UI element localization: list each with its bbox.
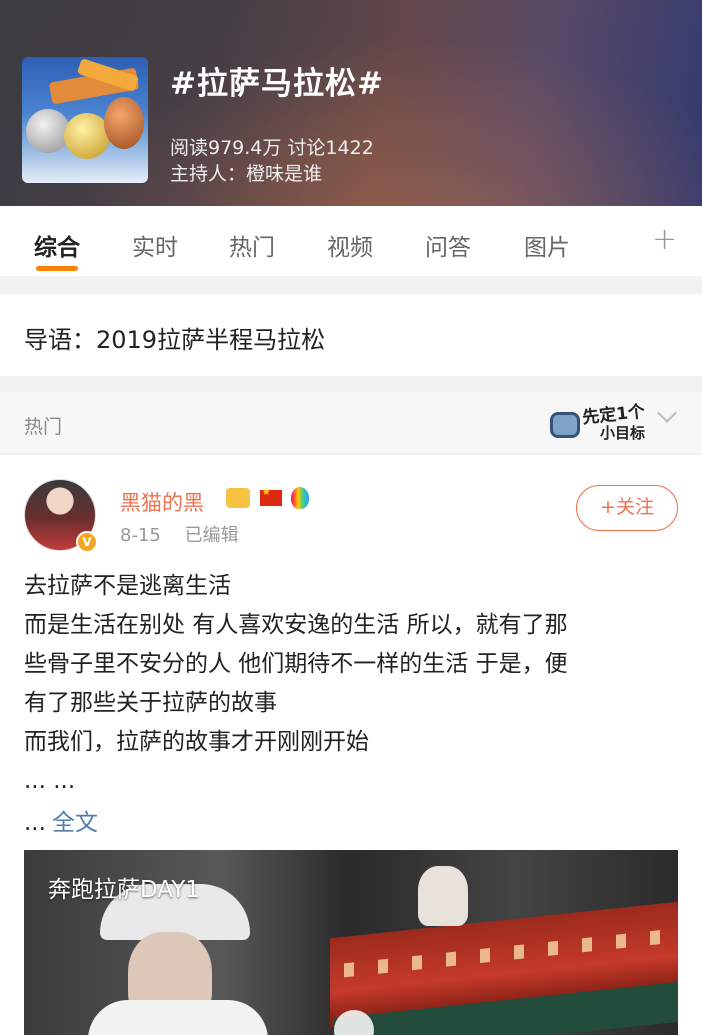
video-scene-body: [88, 1000, 268, 1035]
tab-hot[interactable]: 热门: [229, 228, 275, 262]
post-content: 去拉萨不是逃离生活 而是生活在别处 有人喜欢安逸的生活 所以，就有了那 些骨子里…: [24, 567, 684, 801]
tab-qa[interactable]: 问答: [425, 228, 471, 262]
post-line: 而是生活在别处 有人喜欢安逸的生活 所以，就有了那: [24, 612, 568, 638]
topic-stats: 阅读979.4万 讨论1422: [170, 137, 374, 159]
video-title: 奔跑拉萨DAY1: [48, 877, 200, 903]
verified-badge-icon: V: [76, 531, 98, 553]
balloon-icon: [291, 487, 310, 509]
video-scene-vase: [418, 866, 468, 926]
active-tab-indicator: [36, 266, 78, 271]
fulltext-ellipsis: ...: [24, 810, 46, 836]
topic-cover-image[interactable]: [22, 57, 148, 183]
tab-realtime[interactable]: 实时: [132, 228, 178, 262]
post-meta: 8-15 已编辑: [120, 521, 239, 547]
fulltext-row: ... 全文: [24, 803, 98, 837]
tab-comprehensive[interactable]: 综合: [34, 228, 80, 262]
post-line: 有了那些关于拉萨的故事: [24, 690, 277, 716]
user-badges: [226, 487, 310, 509]
add-tab-icon[interactable]: +: [652, 222, 677, 257]
post-date: 8-15: [120, 525, 161, 546]
topic-header: #拉萨马拉松# 阅读979.4万 讨论1422 主持人：橙味是谁: [0, 0, 702, 206]
intro-text: 导语：2019拉萨半程马拉松: [24, 326, 326, 354]
bronze-medal: [104, 97, 144, 149]
topic-title: #拉萨马拉松#: [170, 66, 384, 102]
tab-images[interactable]: 图片: [524, 228, 570, 262]
fulltext-link[interactable]: 全文: [52, 810, 98, 836]
hot-section-header: 热门 先定1个 小目标: [0, 392, 702, 454]
post-line: ... ...: [24, 768, 76, 794]
chevron-down-icon[interactable]: [657, 403, 677, 423]
goal-sticker[interactable]: 先定1个 小目标: [548, 398, 658, 448]
topic-intro: 导语：2019拉萨半程马拉松: [0, 294, 702, 376]
dumbbell-icon: [550, 412, 580, 438]
post-username[interactable]: 黑猫的黑: [120, 487, 204, 517]
sticker-text-line2: 小目标: [600, 424, 646, 442]
china-flag-icon: [259, 487, 282, 506]
tab-video[interactable]: 视频: [327, 228, 373, 262]
post-edited-label: 已编辑: [184, 525, 239, 546]
post-line: 些骨子里不安分的人 他们期待不一样的生活 于是，便: [24, 651, 568, 677]
post-card: V 黑猫的黑 8-15 已编辑 +关注 去拉萨不是逃离生活 而是生活在别处 有人…: [0, 455, 702, 1035]
follow-button[interactable]: +关注: [576, 485, 678, 531]
topic-host[interactable]: 主持人：橙味是谁: [170, 159, 322, 186]
hot-section-label: 热门: [24, 416, 63, 438]
tab-bar: 综合 实时 热门 视频 问答 图片 +: [0, 206, 702, 276]
video-thumbnail[interactable]: 奔跑拉萨DAY1: [24, 850, 678, 1035]
post-line: 而我们，拉萨的故事才开刚刚开始: [24, 729, 369, 755]
post-line: 去拉萨不是逃离生活: [24, 573, 231, 599]
crown-icon: [226, 488, 250, 508]
